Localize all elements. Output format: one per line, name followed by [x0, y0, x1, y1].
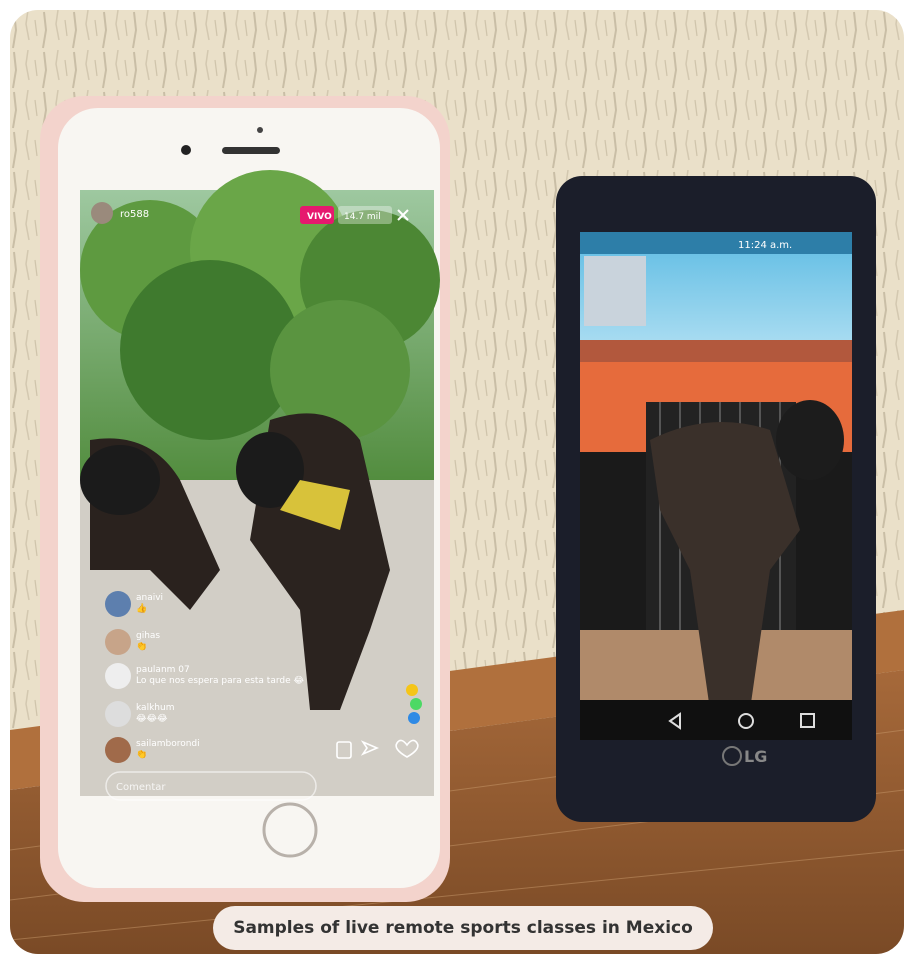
lg-brand: LG: [744, 747, 767, 766]
comment-text: 👏: [136, 748, 147, 760]
lg-status-time: 11:24 a.m.: [738, 240, 792, 251]
front-camera: [181, 145, 191, 155]
live-badge-text: VIVO: [307, 212, 332, 222]
avatar: [91, 202, 113, 224]
comment-placeholder: Comentar: [116, 782, 166, 793]
comment-text: 👍: [136, 602, 147, 614]
comment-user: kalkhum: [136, 703, 174, 713]
image-frame: LG 11:24 a.m. ro588 VIVO 14.7 mil Coment…: [0, 0, 914, 964]
comment-user: anaivi: [136, 593, 163, 603]
viewer-count-text: 14.7 mil: [344, 212, 381, 222]
sensor: [257, 127, 263, 133]
comment-text: 😂😂😂: [136, 713, 168, 724]
comment-user: gihas: [136, 631, 160, 641]
comment-user: sailamborondi: [136, 739, 200, 749]
lg-nav-bar: [580, 700, 852, 740]
ig-username: ro588: [120, 209, 149, 220]
lg-status-bar: [580, 232, 852, 254]
pip-self-view: [584, 256, 646, 326]
image-caption: Samples of live remote sports classes in…: [213, 906, 713, 950]
earpiece: [222, 147, 280, 154]
comment-text: Lo que nos espera para esta tarde 😂: [136, 675, 304, 686]
photo: LG 11:24 a.m. ro588 VIVO 14.7 mil Coment…: [10, 10, 904, 954]
comment-text: 👏: [136, 640, 147, 652]
comment-user: paulanm 07: [136, 665, 190, 675]
photo-scene: LG 11:24 a.m. ro588 VIVO 14.7 mil Coment…: [10, 10, 904, 954]
